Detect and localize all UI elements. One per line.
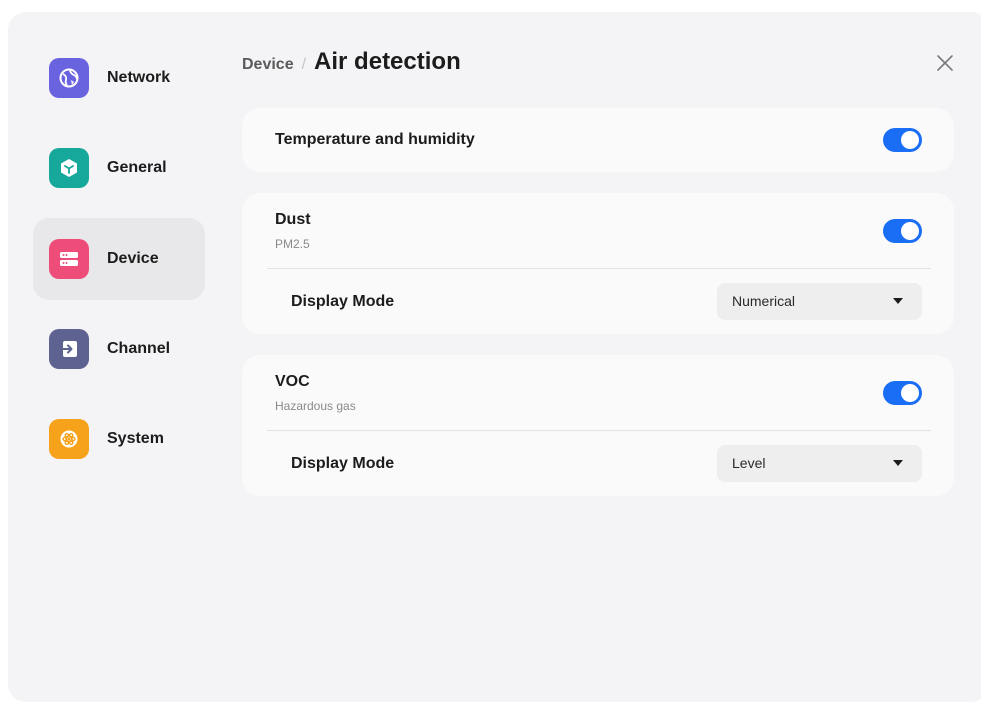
settings-window: Network General Device Channel System De…	[8, 12, 981, 702]
voc-toggle[interactable]	[883, 381, 922, 405]
dust-display-mode-select[interactable]: Numerical	[717, 283, 922, 320]
sidebar-item-label: System	[107, 430, 164, 447]
dust-toggle[interactable]	[883, 219, 922, 243]
temperature-humidity-title: Temperature and humidity	[275, 131, 475, 148]
caret-down-icon	[893, 460, 903, 466]
close-button[interactable]	[934, 52, 956, 74]
voc-display-mode-label: Display Mode	[291, 455, 395, 472]
sidebar: Network General Device Channel System	[8, 12, 218, 702]
breadcrumb: Device / Air detection	[242, 48, 461, 78]
atom-icon	[49, 419, 89, 459]
voc-subtitle: Hazardous gas	[275, 399, 356, 413]
caret-down-icon	[893, 298, 903, 304]
breadcrumb-separator: /	[301, 56, 307, 73]
dust-title: Dust	[275, 211, 311, 228]
sidebar-item-channel[interactable]: Channel	[33, 308, 205, 390]
sidebar-item-general[interactable]: General	[33, 127, 205, 209]
toggle-knob	[901, 222, 919, 240]
cube-icon	[49, 148, 89, 188]
toggle-knob	[901, 384, 919, 402]
voc-title: VOC	[275, 373, 310, 390]
divider	[267, 430, 931, 431]
dust-display-mode-label: Display Mode	[291, 293, 395, 310]
voc-display-mode-select[interactable]: Level	[717, 445, 922, 482]
voc-card: VOC Hazardous gas Display Mode Level	[242, 355, 954, 496]
globe-icon	[49, 58, 89, 98]
sidebar-item-label: General	[107, 159, 167, 176]
select-value: Level	[732, 455, 766, 471]
page-title: Air detection	[314, 48, 461, 75]
server-icon	[49, 239, 89, 279]
temperature-humidity-card: Temperature and humidity	[242, 108, 954, 172]
divider	[267, 268, 931, 269]
sidebar-item-label: Device	[107, 250, 159, 267]
sidebar-item-label: Channel	[107, 340, 171, 357]
sidebar-item-network[interactable]: Network	[33, 37, 205, 119]
temperature-humidity-toggle[interactable]	[883, 128, 922, 152]
sidebar-item-system[interactable]: System	[33, 398, 205, 480]
select-value: Numerical	[732, 293, 796, 309]
close-icon	[937, 55, 953, 71]
input-icon	[49, 329, 89, 369]
toggle-knob	[901, 131, 919, 149]
breadcrumb-parent-link[interactable]: Device	[242, 56, 294, 74]
dust-subtitle: PM2.5	[275, 237, 310, 251]
sidebar-item-label: Network	[107, 69, 171, 86]
sidebar-item-device[interactable]: Device	[33, 218, 205, 300]
dust-card: Dust PM2.5 Display Mode Numerical	[242, 193, 954, 334]
